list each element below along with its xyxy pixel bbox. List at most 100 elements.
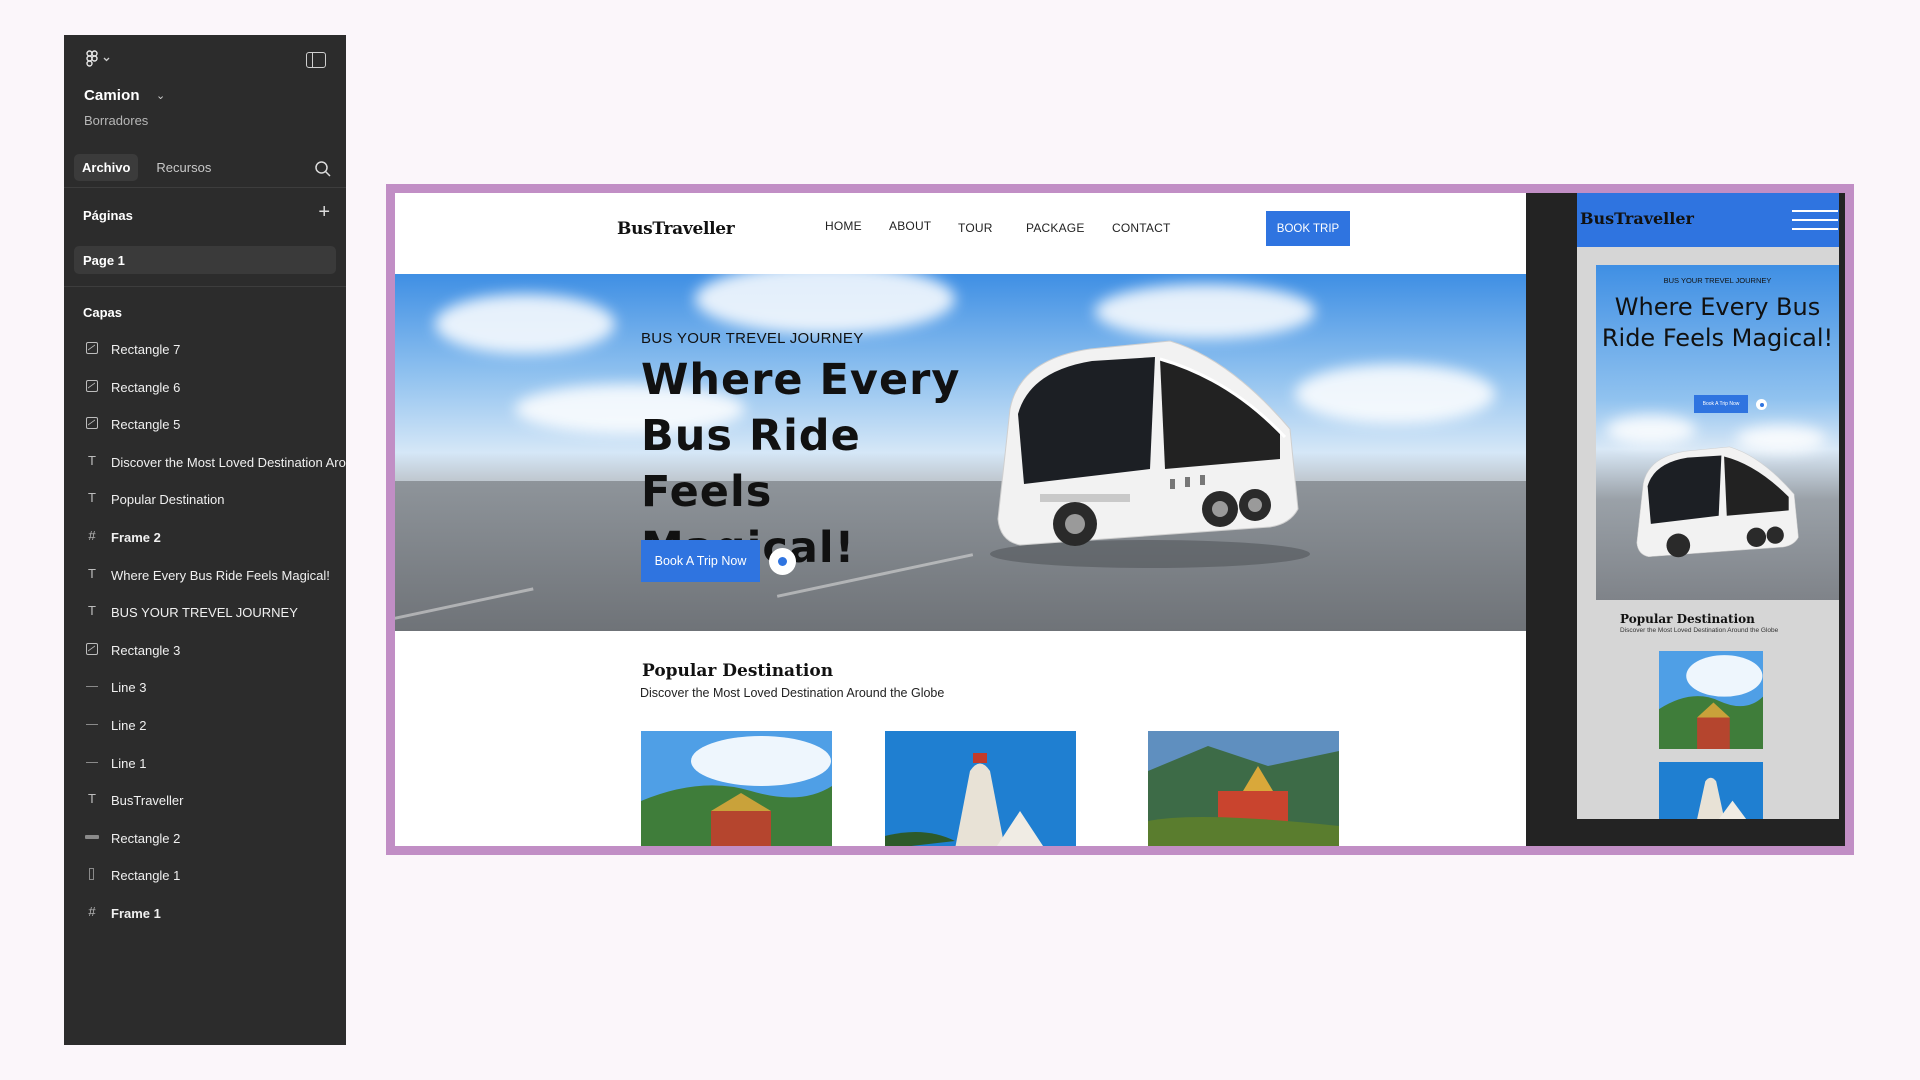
- hero-kicker: BUS YOUR TREVEL JOURNEY: [641, 330, 864, 347]
- chevron-down-icon[interactable]: ⌄: [156, 89, 165, 102]
- text-icon: T: [88, 603, 96, 619]
- layer-label: Rectangle 6: [111, 379, 181, 395]
- page-item-label: Page 1: [83, 253, 125, 268]
- design-canvas-frame[interactable]: BusTraveller HOME ABOUT TOUR PACKAGE CON…: [386, 184, 1854, 855]
- project-location[interactable]: Borradores: [84, 113, 148, 128]
- layers-title: Capas: [83, 305, 123, 320]
- panel-header: Camion ⌄ Borradores Archivo Recursos: [64, 35, 346, 188]
- layer-item[interactable]: T BUS YOUR TREVEL JOURNEY: [64, 594, 346, 632]
- rectangle-icon: [85, 830, 99, 844]
- site-brand[interactable]: BusTraveller: [617, 219, 735, 239]
- layer-item[interactable]: T Popular Destination: [64, 481, 346, 519]
- add-page-icon[interactable]: +: [318, 202, 330, 222]
- layer-item[interactable]: Rectangle 6: [64, 369, 346, 407]
- layer-item[interactable]: T Discover the Most Loved Destination Aro…: [64, 444, 346, 482]
- destination-image[interactable]: [885, 731, 1076, 846]
- image-icon: [86, 642, 98, 655]
- tab-archivo[interactable]: Archivo: [74, 154, 139, 181]
- tab-recursos[interactable]: Recursos: [148, 154, 219, 181]
- book-trip-button[interactable]: BOOK TRIP: [1266, 211, 1350, 246]
- destination-image[interactable]: [641, 731, 832, 846]
- layer-item[interactable]: # Frame 2: [64, 519, 346, 557]
- layer-item[interactable]: Rectangle 7: [64, 331, 346, 369]
- layer-label: Line 3: [111, 680, 147, 696]
- play-icon[interactable]: [769, 548, 796, 575]
- cloud: [1295, 364, 1495, 424]
- layer-label: Line 1: [111, 755, 147, 771]
- layer-label: Discover the Most Loved Destination Arou…: [111, 454, 346, 470]
- layer-label: BUS YOUR TREVEL JOURNEY: [111, 605, 298, 621]
- site-navbar: BusTraveller HOME ABOUT TOUR PACKAGE CON…: [395, 193, 1526, 274]
- rectangle-icon: [85, 867, 99, 881]
- layer-label: Popular Destination: [111, 492, 225, 508]
- line-icon: [85, 755, 99, 769]
- bus-image: [980, 319, 1310, 584]
- mobile-hero-title: Where Every Bus Ride Feels Magical!: [1601, 293, 1834, 352]
- layer-label: Rectangle 7: [111, 342, 181, 357]
- layer-item[interactable]: Line 3: [64, 669, 346, 707]
- layer-item[interactable]: Rectangle 1: [64, 857, 346, 895]
- frame-icon: #: [88, 527, 96, 543]
- layer-label: Frame 2: [111, 529, 161, 545]
- bus-image: [1626, 435, 1806, 580]
- toggle-sidebar-icon[interactable]: [306, 52, 326, 68]
- text-icon: T: [88, 791, 96, 807]
- mobile-brand[interactable]: BusTraveller: [1580, 209, 1694, 228]
- figma-menu-icon[interactable]: [86, 50, 114, 70]
- layer-item[interactable]: Rectangle 2: [64, 820, 346, 858]
- nav-contact[interactable]: CONTACT: [1112, 221, 1171, 235]
- layer-label: Line 2: [111, 717, 147, 733]
- project-name[interactable]: Camion: [84, 87, 140, 104]
- destination-image[interactable]: [1148, 731, 1339, 846]
- layer-item[interactable]: # Frame 1: [64, 895, 346, 933]
- play-icon[interactable]: [1756, 399, 1767, 410]
- mobile-hero-kicker: BUS YOUR TREVEL JOURNEY: [1663, 276, 1772, 285]
- layer-label: Rectangle 2: [111, 830, 181, 846]
- hamburger-menu-icon[interactable]: [1792, 210, 1838, 232]
- mobile-frame[interactable]: BusTraveller BUS YOUR TREVEL JOURNEY Whe…: [1577, 193, 1839, 819]
- pages-section-header: Páginas +: [64, 188, 346, 246]
- nav-tour[interactable]: TOUR: [958, 221, 993, 235]
- mobile-book-button[interactable]: Book A Trip Now: [1694, 395, 1748, 413]
- text-icon: T: [88, 565, 96, 581]
- layers-section-header: Capas: [64, 287, 346, 331]
- layer-item[interactable]: T Where Every Bus Ride Feels Magical!: [64, 557, 346, 595]
- layer-item[interactable]: Line 1: [64, 745, 346, 783]
- hero-section: BUS YOUR TREVEL JOURNEY Where Every Bus …: [395, 274, 1526, 631]
- image-icon: [86, 379, 98, 392]
- desktop-frame[interactable]: BusTraveller HOME ABOUT TOUR PACKAGE CON…: [395, 193, 1526, 846]
- panel-tabs: Archivo Recursos: [74, 154, 219, 181]
- layer-label: Rectangle 1: [111, 868, 181, 884]
- text-icon: T: [88, 490, 96, 506]
- layers-panel: Camion ⌄ Borradores Archivo Recursos Pág…: [64, 35, 346, 1045]
- mobile-section-subtitle: Discover the Most Loved Destination Arou…: [1620, 627, 1779, 634]
- layer-item[interactable]: Line 2: [64, 707, 346, 745]
- page-item-page-1[interactable]: Page 1: [74, 246, 336, 274]
- nav-home[interactable]: HOME: [825, 219, 862, 233]
- text-icon: T: [88, 452, 96, 468]
- pages-title: Páginas: [83, 208, 133, 223]
- section-subtitle: Discover the Most Loved Destination Arou…: [640, 686, 945, 700]
- layer-label: Where Every Bus Ride Feels Magical!: [111, 567, 330, 583]
- book-a-trip-button[interactable]: Book A Trip Now: [641, 540, 760, 582]
- frame-icon: #: [88, 903, 96, 919]
- search-icon[interactable]: [314, 160, 332, 178]
- destination-image[interactable]: [1659, 651, 1763, 749]
- nav-about[interactable]: ABOUT: [889, 219, 931, 233]
- layer-label: Rectangle 5: [111, 417, 181, 433]
- line-icon: [85, 679, 99, 693]
- mobile-section-title: Popular Destination: [1620, 612, 1755, 626]
- nav-package[interactable]: PACKAGE: [1026, 221, 1085, 235]
- cloud: [695, 274, 955, 334]
- mobile-hero: BUS YOUR TREVEL JOURNEY Where Every Bus …: [1596, 265, 1839, 600]
- section-title: Popular Destination: [642, 661, 834, 681]
- layer-label: Frame 1: [111, 905, 161, 921]
- layer-label: Rectangle 3: [111, 642, 181, 658]
- layer-item[interactable]: T BusTraveller: [64, 782, 346, 820]
- destination-image[interactable]: [1659, 762, 1763, 819]
- mobile-navbar: BusTraveller: [1577, 193, 1839, 247]
- layer-item[interactable]: Rectangle 3: [64, 632, 346, 670]
- layer-item[interactable]: Rectangle 5: [64, 406, 346, 444]
- image-icon: [86, 342, 98, 354]
- line-icon: [85, 717, 99, 731]
